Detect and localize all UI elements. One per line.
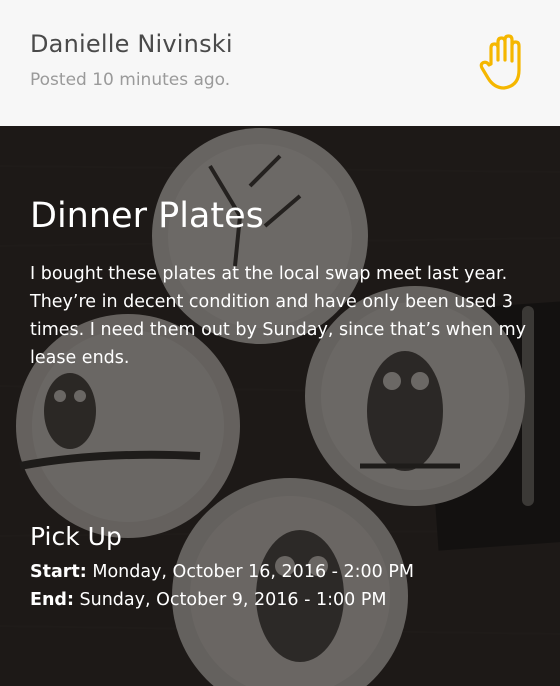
- listing-photo: Dinner Plates I bought these plates at t…: [0, 126, 560, 686]
- pickup-end: End: Sunday, October 9, 2016 - 1:00 PM: [30, 590, 386, 610]
- pickup-end-label: End:: [30, 590, 74, 610]
- raised-hand-icon[interactable]: [478, 34, 532, 92]
- posted-time: Posted 10 minutes ago.: [30, 70, 231, 90]
- pickup-start-label: Start:: [30, 562, 87, 582]
- pickup-start: Start: Monday, October 16, 2016 - 2:00 P…: [30, 562, 414, 582]
- pickup-end-value: Sunday, October 9, 2016 - 1:00 PM: [73, 590, 387, 610]
- post-header: Danielle Nivinski Posted 10 minutes ago.: [0, 0, 560, 126]
- item-title: Dinner Plates: [30, 196, 264, 236]
- pickup-heading: Pick Up: [30, 522, 122, 551]
- poster-name[interactable]: Danielle Nivinski: [30, 30, 233, 58]
- pickup-start-value: Monday, October 16, 2016 - 2:00 PM: [86, 562, 415, 582]
- item-description: I bought these plates at the local swap …: [30, 264, 527, 368]
